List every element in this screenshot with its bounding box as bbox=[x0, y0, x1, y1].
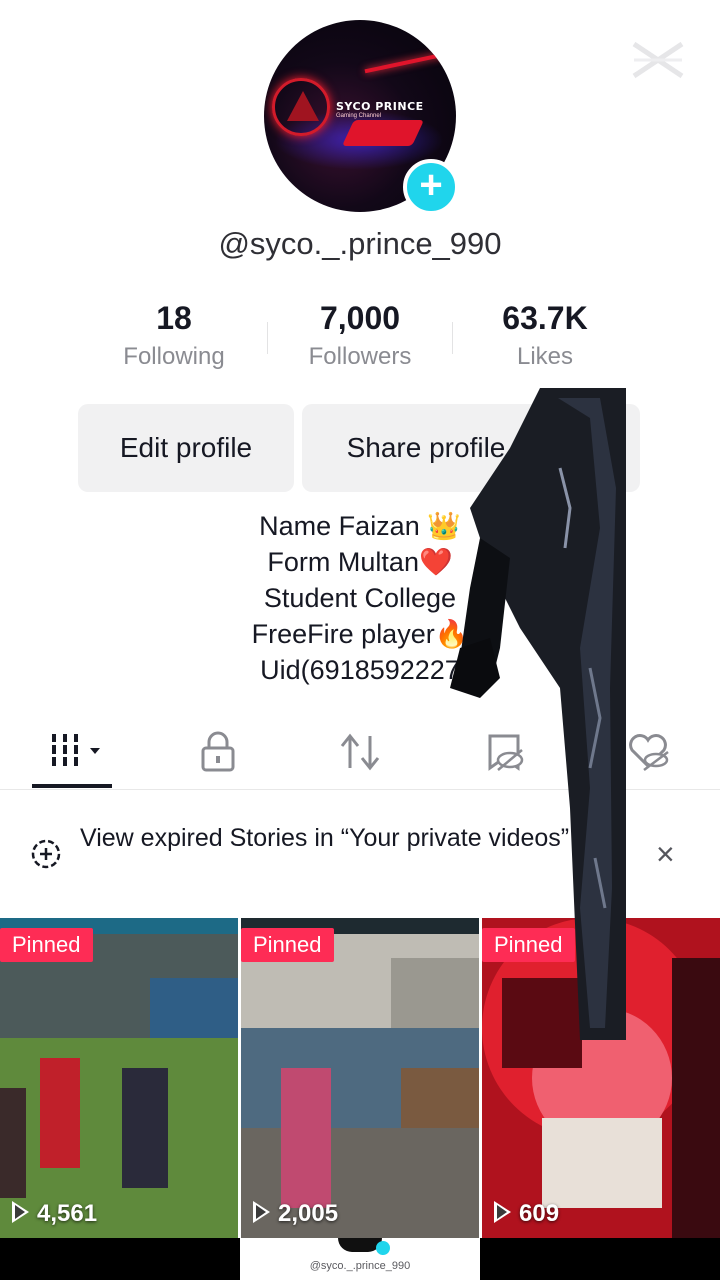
edit-profile-button[interactable]: Edit profile bbox=[78, 404, 294, 492]
stat-divider bbox=[267, 322, 268, 354]
likes-count: 63.7K bbox=[502, 300, 588, 336]
close-icon[interactable]: × bbox=[656, 838, 675, 870]
following-count: 18 bbox=[156, 300, 192, 336]
lock-icon bbox=[201, 731, 235, 772]
tab-videos[interactable] bbox=[22, 718, 122, 790]
watermark: @syco._.prince_990 bbox=[240, 1238, 480, 1280]
avatar-brand-subtext: Gaming Channel bbox=[336, 113, 382, 119]
stat-likes[interactable]: 63.7K Likes bbox=[465, 300, 625, 371]
avatar-red-shape bbox=[341, 120, 425, 146]
avatar-streak bbox=[364, 50, 454, 74]
avatar-emblem bbox=[272, 78, 330, 136]
video-thumbnail[interactable]: Pinned 4,561 bbox=[0, 918, 238, 1238]
faint-watermark-icon bbox=[632, 41, 684, 79]
view-count-value: 2,005 bbox=[278, 1200, 339, 1227]
video-thumbnail-image bbox=[0, 918, 238, 1238]
avatar-brand-text: SYCO PRINCE bbox=[336, 100, 424, 113]
watermark-handle: @syco._.prince_990 bbox=[309, 1260, 411, 1272]
tab-reposts[interactable] bbox=[310, 718, 410, 790]
view-count-value: 4,561 bbox=[37, 1200, 98, 1227]
followers-count: 7,000 bbox=[319, 300, 401, 336]
repost-icon bbox=[340, 733, 380, 771]
add-story-plus-icon[interactable]: + bbox=[403, 159, 459, 215]
watermark-plus-icon bbox=[376, 1241, 390, 1255]
play-icon bbox=[253, 1201, 270, 1223]
stat-divider bbox=[452, 322, 453, 354]
view-count: 2,005 bbox=[253, 1199, 338, 1228]
view-count: 609 bbox=[494, 1199, 559, 1228]
tab-private[interactable] bbox=[166, 718, 266, 790]
character-overlay-image bbox=[450, 388, 626, 1040]
username: @syco._.prince_990 bbox=[218, 226, 502, 261]
view-count-value: 609 bbox=[519, 1200, 560, 1227]
play-icon bbox=[12, 1201, 29, 1223]
likes-label: Likes bbox=[516, 343, 574, 370]
pinned-badge: Pinned bbox=[241, 928, 334, 962]
followers-label: Followers bbox=[308, 343, 412, 370]
stat-followers[interactable]: 7,000 Followers bbox=[280, 300, 440, 371]
following-label: Following bbox=[123, 343, 225, 370]
story-plus-icon bbox=[31, 839, 61, 869]
grid-icon bbox=[48, 734, 100, 766]
view-count: 4,561 bbox=[12, 1199, 97, 1228]
pinned-badge: Pinned bbox=[0, 928, 93, 962]
stat-following[interactable]: 18 Following bbox=[94, 300, 254, 371]
hidden-liked-icon bbox=[629, 734, 669, 771]
play-icon bbox=[494, 1201, 511, 1223]
active-tab-indicator bbox=[32, 784, 112, 788]
